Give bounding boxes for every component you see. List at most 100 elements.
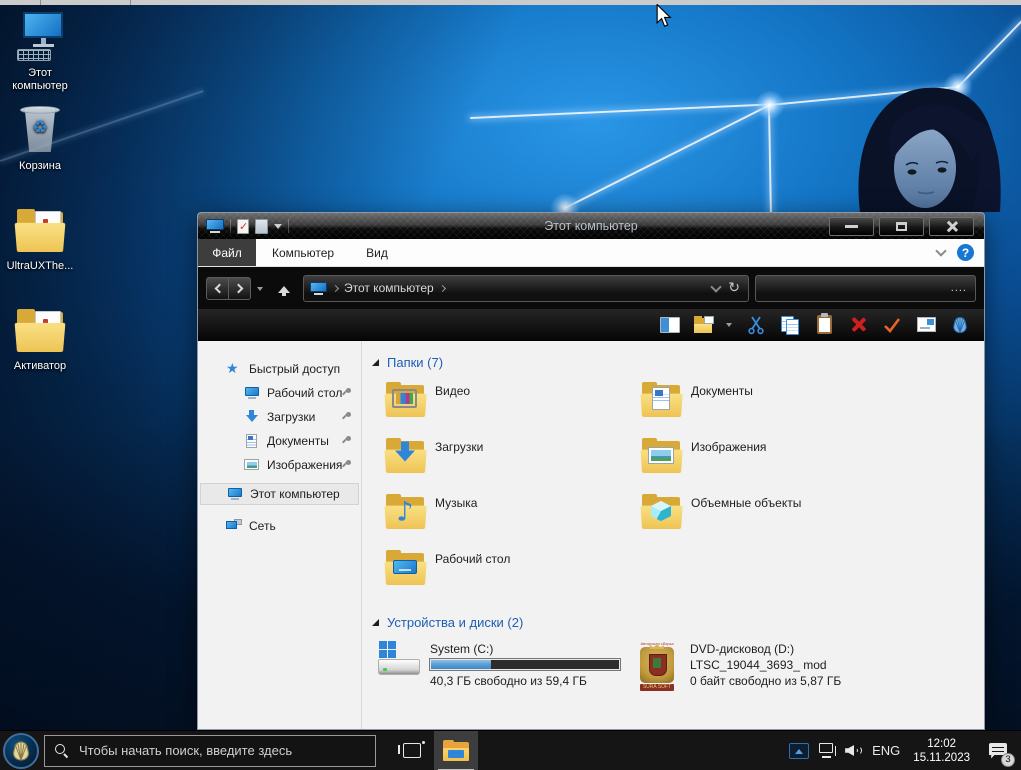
sidebar-item-label: Сеть <box>249 519 276 533</box>
new-item-chevron-icon[interactable] <box>726 323 732 330</box>
sidebar-item-label: Рабочий стол <box>267 386 342 400</box>
folder-tile-music[interactable]: ♪ Музыка <box>384 491 640 547</box>
clock-date: 15.11.2023 <box>913 751 970 765</box>
paste-button[interactable] <box>812 314 836 336</box>
forward-button[interactable] <box>228 277 251 300</box>
drive-name: System (C:) <box>430 641 620 657</box>
search-input[interactable]: .... <box>755 275 976 302</box>
taskbar-explorer-button[interactable] <box>434 731 478 770</box>
scissors-icon <box>746 315 766 335</box>
address-toolbar: Этот компьютер ↻ .... <box>198 267 984 309</box>
breadcrumb-location[interactable]: Этот компьютер <box>344 281 434 295</box>
taskbar: Чтобы начать поиск, введите здесь ENG 12… <box>0 730 1021 770</box>
sidebar-item-this-pc[interactable]: Этот компьютер <box>200 483 359 505</box>
navigation-pane-button[interactable] <box>658 314 682 336</box>
menu-computer[interactable]: Компьютер <box>256 239 350 266</box>
collapse-triangle-icon <box>372 619 379 626</box>
delete-x-icon <box>850 316 867 333</box>
qat-properties-icon[interactable] <box>237 219 249 234</box>
sidebar-item-label: Изображения <box>267 458 342 472</box>
sidebar-item-label: Документы <box>267 434 329 448</box>
start-button[interactable] <box>3 733 39 769</box>
help-button[interactable]: ? <box>957 244 974 261</box>
address-dropdown-chevron-icon[interactable] <box>711 281 722 292</box>
address-bar[interactable]: Этот компьютер ↻ <box>303 275 749 302</box>
qat-new-folder-icon[interactable] <box>255 219 268 234</box>
shell-menu-button[interactable] <box>948 314 972 336</box>
folder-tile-label: Документы <box>691 381 753 398</box>
task-view-icon <box>403 743 421 758</box>
menu-file[interactable]: Файл <box>198 239 256 266</box>
desktop-icon-activator[interactable]: Активатор <box>1 303 79 373</box>
taskbar-search-input[interactable]: Чтобы начать поиск, введите здесь <box>44 735 376 767</box>
pin-icon[interactable] <box>341 388 351 398</box>
action-center-button[interactable]: 3 <box>983 731 1013 770</box>
desktop-icon-ultraux[interactable]: UltraUXThe... <box>1 203 79 273</box>
folder-icon <box>15 308 65 352</box>
notification-badge: 3 <box>1001 753 1015 767</box>
delete-button[interactable] <box>846 314 870 336</box>
folder-tile-pictures[interactable]: Изображения <box>640 435 896 491</box>
folder-tile-documents[interactable]: Документы <box>640 379 896 435</box>
group-header-devices[interactable]: Устройства и диски (2) <box>372 611 984 633</box>
qat-customize-chevron-icon[interactable] <box>274 224 282 233</box>
quick-access-star-icon: ★ <box>226 362 242 376</box>
recent-locations-chevron-icon[interactable] <box>257 287 263 294</box>
folder-tile-video[interactable]: Видео <box>384 379 640 435</box>
drive-tile-system-c[interactable]: System (C:) 40,3 ГБ свободно из 59,4 ГБ <box>378 641 634 695</box>
folder-tile-downloads[interactable]: Загрузки <box>384 435 640 491</box>
shell-start-icon <box>9 739 33 763</box>
menu-view[interactable]: Вид <box>350 239 404 266</box>
desktop-icon-recycle-bin[interactable]: ♻ Корзина <box>1 103 79 173</box>
system-menu-computer-icon[interactable] <box>206 219 224 233</box>
sidebar-item-downloads[interactable]: Загрузки <box>198 405 361 429</box>
desktop-screen: Этот компьютер ♻ Корзина UltraUXThe... А… <box>0 0 1021 770</box>
up-button[interactable] <box>275 278 293 298</box>
top-autohide-toolbar[interactable] <box>0 0 1021 5</box>
group-header-folders[interactable]: Папки (7) <box>372 351 984 373</box>
dvd-emblem-icon: Авторская сборка SURA SOFT <box>634 641 680 695</box>
maximize-button[interactable] <box>879 217 924 236</box>
pictures-folder-icon <box>640 437 682 473</box>
pin-icon[interactable] <box>341 412 351 422</box>
sidebar-item-pictures[interactable]: Изображения <box>198 453 361 477</box>
language-indicator[interactable]: ENG <box>872 743 900 758</box>
breadcrumb-chevron-icon[interactable] <box>439 284 446 291</box>
taskbar-clock[interactable]: 12:02 15.11.2023 <box>909 737 974 765</box>
sidebar-item-quick-access[interactable]: ★ Быстрый доступ <box>198 357 361 381</box>
task-view-button[interactable] <box>390 731 434 770</box>
volume-tray-icon[interactable] <box>845 743 863 758</box>
minimize-button[interactable] <box>829 217 874 236</box>
network-tray-icon[interactable] <box>818 743 836 758</box>
show-hidden-icons-button[interactable] <box>789 743 809 759</box>
cut-button[interactable] <box>744 314 768 336</box>
title-bar[interactable]: Этот компьютер <box>198 213 984 239</box>
pin-icon[interactable] <box>341 460 351 470</box>
rename-button[interactable] <box>914 314 938 336</box>
copy-button[interactable] <box>778 314 802 336</box>
sidebar-item-documents[interactable]: Документы <box>198 429 361 453</box>
refresh-icon[interactable]: ↻ <box>726 280 742 296</box>
file-explorer-icon <box>443 740 469 761</box>
select-button[interactable] <box>880 314 904 336</box>
pin-icon[interactable] <box>341 436 351 446</box>
folder-tile-label: Музыка <box>435 493 477 510</box>
new-folder-button[interactable] <box>692 314 716 336</box>
video-folder-icon <box>384 381 426 417</box>
close-button[interactable] <box>929 217 974 236</box>
recycle-bin-icon: ♻ <box>20 106 60 154</box>
sidebar-item-desktop[interactable]: Рабочий стол <box>198 381 361 405</box>
search-placeholder: Чтобы начать поиск, введите здесь <box>79 743 292 758</box>
network-icon <box>226 519 242 533</box>
drive-usage-bar <box>430 659 620 670</box>
sidebar-item-network[interactable]: Сеть <box>198 514 361 538</box>
copy-icon <box>781 316 799 334</box>
folder-tile-3d-objects[interactable]: Объемные объекты <box>640 491 896 547</box>
back-button[interactable] <box>206 277 229 300</box>
ribbon-expand-chevron-icon[interactable] <box>935 245 946 256</box>
drives-grid: System (C:) 40,3 ГБ свободно из 59,4 ГБ … <box>378 641 984 695</box>
desktop-icon-this-pc[interactable]: Этот компьютер <box>1 10 79 93</box>
breadcrumb-chevron-icon[interactable] <box>332 284 339 291</box>
folder-tile-desktop[interactable]: Рабочий стол <box>384 547 640 603</box>
drive-tile-dvd-d[interactable]: Авторская сборка SURA SOFT DVD-дисковод … <box>634 641 934 695</box>
